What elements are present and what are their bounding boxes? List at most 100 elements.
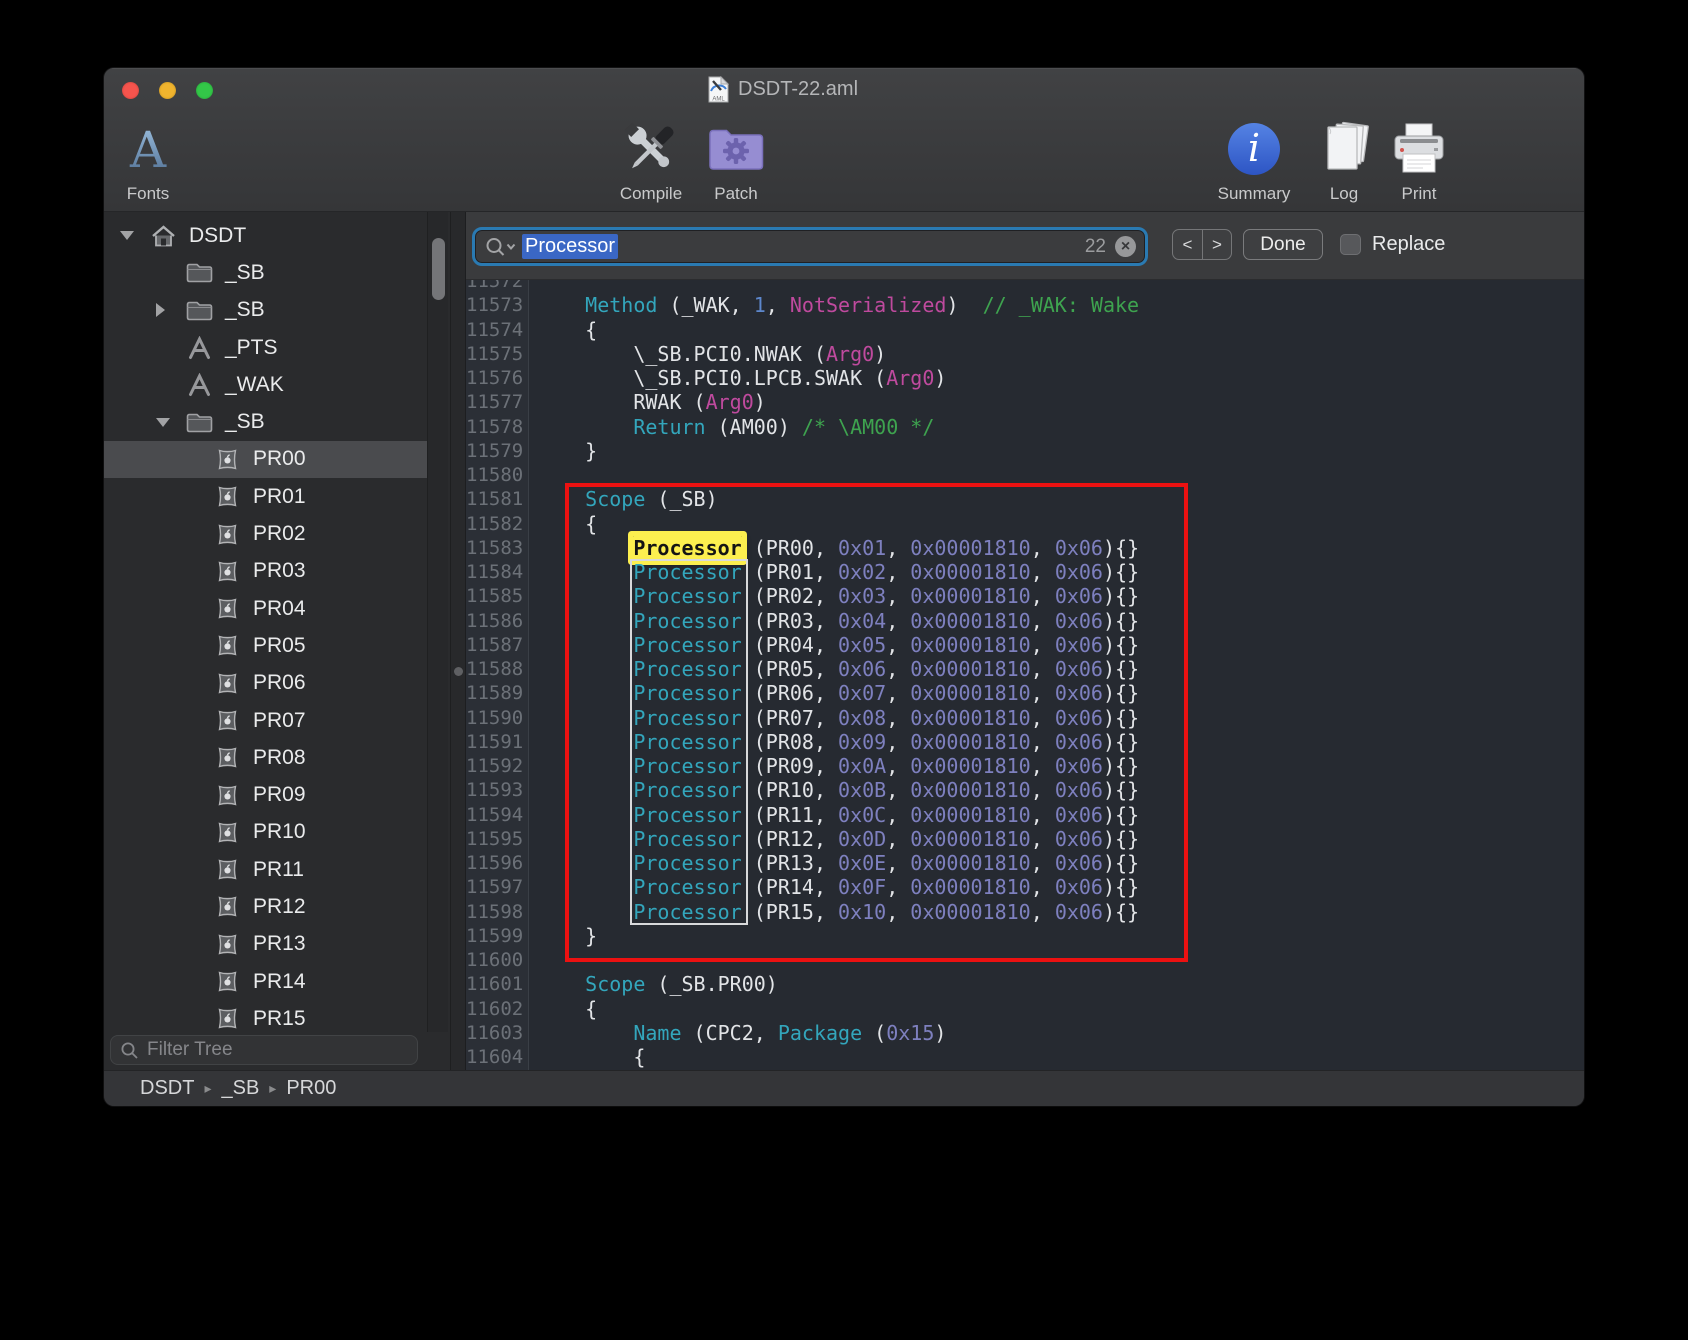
main-area: DSDT_SB_SB_PTS_WAK_SBPR00PR01PR02PR03PR0… [104,212,1584,1070]
tree-item-PR14[interactable]: PR14 [104,963,428,1000]
folder-icon [184,262,214,283]
disclosure-triangle-icon[interactable] [156,418,184,427]
device-icon [212,559,242,584]
line-number: 11572 [466,280,529,293]
toolbar-compile-button[interactable]: Compile [603,116,699,204]
code-line: 11599 } [466,924,1584,948]
tree-item-PR09[interactable]: PR09 [104,776,428,813]
tree-item-label: PR10 [253,820,306,844]
tree-item-PR06[interactable]: PR06 [104,665,428,702]
code-text [529,280,537,293]
code-line: 11584 Processor (PR01, 0x02, 0x00001810,… [466,560,1584,584]
search-menu-icon[interactable] [484,236,517,258]
tree-item-PR03[interactable]: PR03 [104,553,428,590]
tree-item-_SB[interactable]: _SB [104,292,428,329]
replace-label: Replace [1372,229,1445,260]
line-number: 11577 [466,390,529,414]
code-line: 11598 Processor (PR15, 0x10, 0x00001810,… [466,900,1584,924]
tree-item-DSDT[interactable]: DSDT [104,217,428,254]
code-editor[interactable]: 1157211573 Method (_WAK, 1, NotSerialize… [466,280,1584,1070]
dsdt-tree: DSDT_SB_SB_PTS_WAK_SBPR00PR01PR02PR03PR0… [104,212,450,1032]
window-title: DSDT-22.aml [738,78,858,101]
find-previous-button[interactable]: < [1173,230,1202,259]
code-text: { [529,512,597,536]
pane-splitter[interactable] [450,212,466,1070]
replace-checkbox[interactable] [1340,234,1361,255]
breadcrumb-item-pr00[interactable]: PR00 [286,1077,336,1100]
search-input[interactable]: Processor 22 × [472,227,1148,266]
code-line: 11591 Processor (PR08, 0x09, 0x00001810,… [466,730,1584,754]
disclosure-triangle-icon[interactable] [120,231,148,240]
tree-item-_SB[interactable]: _SB [104,254,428,291]
tree-item-_WAK[interactable]: _WAK [104,366,428,403]
svg-text:i: i [1248,126,1260,170]
tree-item-_SB[interactable]: _SB [104,403,428,440]
device-icon [212,820,242,845]
tree-item-label: PR02 [253,522,306,546]
line-number: 11587 [466,633,529,657]
toolbar-summary-button[interactable]: i Summary [1206,116,1302,204]
code-text: Return (AM00) /* \AM00 */ [529,415,934,439]
line-number: 11585 [466,584,529,608]
tree-item-PR13[interactable]: PR13 [104,926,428,963]
line-number: 11574 [466,318,529,342]
code-line: 11580 [466,463,1584,487]
breadcrumb-item-dsdt[interactable]: DSDT [140,1077,194,1100]
code-line: 11592 Processor (PR09, 0x0A, 0x00001810,… [466,754,1584,778]
device-icon [212,1006,242,1031]
tree-item-label: PR00 [253,447,306,471]
tree-item-PR02[interactable]: PR02 [104,515,428,552]
filter-tree-input[interactable]: Filter Tree [110,1035,418,1065]
tree-item-label: PR05 [253,634,306,658]
tree-item-PR04[interactable]: PR04 [104,590,428,627]
line-number: 11601 [466,972,529,996]
info-icon: i [1225,116,1283,182]
breadcrumb-item-sb[interactable]: _SB [221,1077,259,1100]
code-text: Processor (PR15, 0x10, 0x00001810, 0x06)… [529,900,1139,924]
line-number: 11603 [466,1021,529,1045]
splitter-handle[interactable] [454,667,463,676]
sidebar-scrollbar-thumb[interactable] [432,238,445,300]
device-icon [212,783,242,808]
tree-item-PR01[interactable]: PR01 [104,478,428,515]
code-line: 11595 Processor (PR12, 0x0D, 0x00001810,… [466,827,1584,851]
disclosure-triangle-icon[interactable] [156,303,184,317]
toolbar-patch-button[interactable]: Patch [688,116,784,204]
tree-item-PR00[interactable]: PR00 [104,441,428,478]
tree-item-PR10[interactable]: PR10 [104,814,428,851]
tree-item-PR05[interactable]: PR05 [104,627,428,664]
tree-item-PR07[interactable]: PR07 [104,702,428,739]
toolbar-fonts-button[interactable]: A Fonts [104,116,196,204]
tree-item-label: PR13 [253,932,306,956]
tree-item-PR15[interactable]: PR15 [104,1000,428,1032]
tree-item-PR12[interactable]: PR12 [104,888,428,925]
code-text: Processor (PR01, 0x02, 0x00001810, 0x06)… [529,560,1139,584]
device-icon [212,894,242,919]
close-button[interactable] [122,82,139,99]
sidebar-scrollbar[interactable] [427,212,448,1032]
window-title-area: AML DSDT-22.aml [708,76,858,103]
clear-search-icon[interactable]: × [1115,236,1136,257]
maciasl-window: AML DSDT-22.aml A Fonts [104,68,1584,1106]
line-number: 11576 [466,366,529,390]
code-line: 11597 Processor (PR14, 0x0F, 0x00001810,… [466,875,1584,899]
tree-item-_PTS[interactable]: _PTS [104,329,428,366]
find-next-button[interactable]: > [1202,230,1231,259]
line-number: 11581 [466,487,529,511]
code-text: Processor (PR04, 0x05, 0x00001810, 0x06)… [529,633,1139,657]
tree-item-label: PR01 [253,485,306,509]
device-icon [212,745,242,770]
tree-item-PR08[interactable]: PR08 [104,739,428,776]
tree-item-label: _SB [225,261,265,285]
zoom-button[interactable] [196,82,213,99]
code-line: 11601 Scope (_SB.PR00) [466,972,1584,996]
tree-item-PR11[interactable]: PR11 [104,851,428,888]
document-proxy-icon[interactable]: AML [708,76,729,103]
patch-folder-gear-icon [707,116,765,182]
minimize-button[interactable] [159,82,176,99]
tree-item-label: PR09 [253,783,306,807]
line-number: 11580 [466,463,529,487]
toolbar-print-button[interactable]: Print [1371,116,1467,204]
line-number: 11588 [466,657,529,681]
done-button[interactable]: Done [1243,229,1323,260]
